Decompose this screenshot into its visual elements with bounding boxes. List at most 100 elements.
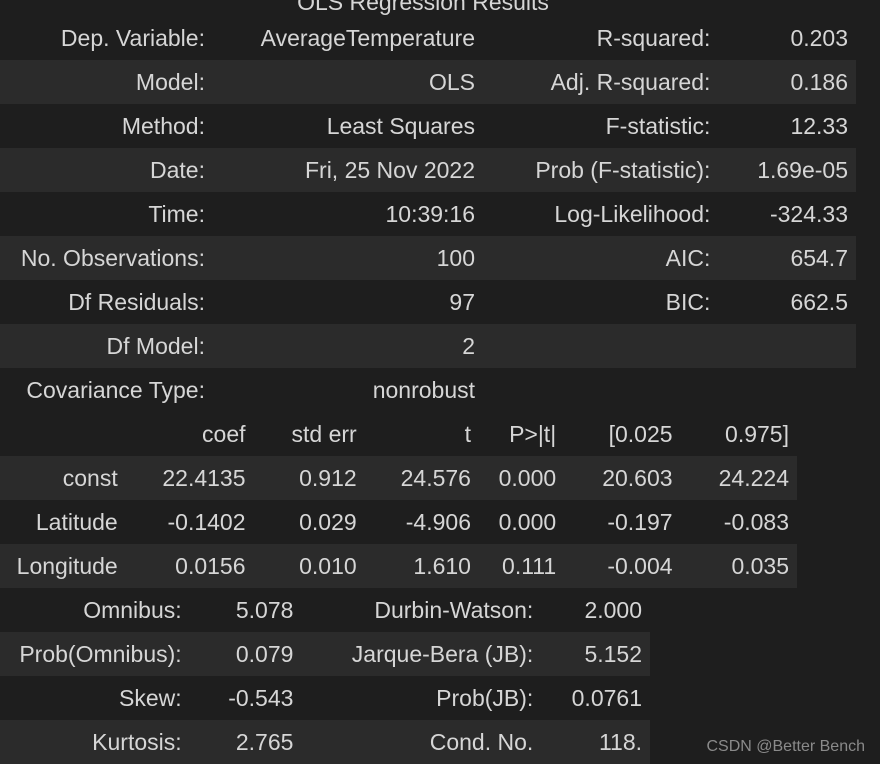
table-cell: 0.010 (299, 552, 357, 579)
table-cell: 118. (598, 728, 642, 755)
table-cell: -0.083 (723, 508, 789, 535)
table-cell: 2.000 (584, 596, 642, 623)
table-cell: Skew: (119, 684, 182, 711)
table-cell: const (62, 464, 118, 491)
table-cell: 0.0761 (571, 684, 642, 711)
table-cell: Longitude (16, 552, 118, 579)
table-cell: Fri, 25 Nov 2022 (304, 156, 476, 183)
table-cell: 0.035 (731, 552, 789, 579)
diagnostics-table: Omnibus: 5.078 Durbin-Watson: 2.000 Prob(Omn… (0, 588, 650, 764)
table-cell: 0.111 (502, 552, 557, 579)
table-cell: 2.765 (235, 728, 294, 755)
diagnostic-row: Skew: -0.543 Prob(JB): 0.0761 (0, 676, 650, 720)
table-cell (718, 324, 856, 368)
table-cell: 22.4135 (162, 464, 246, 491)
table-cell: 654.7 (790, 244, 848, 271)
coefficient-row: const 22.4135 0.912 24.576 0.000 20.603 24.224 (0, 456, 797, 500)
table-cell: No. Observations: (20, 244, 205, 271)
summary-row: Dep. Variable: AverageTemperature R-square… (0, 16, 856, 60)
table-cell: F-statistic: (605, 112, 711, 139)
table-cell: R-squared: (596, 24, 711, 51)
table-cell: 24.224 (718, 464, 789, 491)
table-cell (718, 368, 856, 412)
table-cell: 100 (436, 244, 476, 271)
table-cell: 0.079 (235, 640, 294, 667)
table-cell: Latitude (35, 508, 118, 535)
diagnostic-row: Omnibus: 5.078 Durbin-Watson: 2.000 (0, 588, 650, 632)
table-cell: 0.000 (498, 508, 557, 535)
table-cell: Model: (135, 68, 205, 95)
table-cell: 1.69e-05 (757, 156, 848, 183)
table-cell: -0.1402 (167, 508, 246, 535)
column-header (0, 412, 126, 456)
table-cell: 0.0156 (175, 552, 246, 579)
summary-row: Time: 10:39:16 Log-Likelihood: -324.33 (0, 192, 856, 236)
table-cell: Prob(Omnibus): (19, 640, 182, 667)
table-cell: Jarque-Bera (JB): (351, 640, 534, 667)
table-cell: -0.197 (607, 508, 673, 535)
summary-row: No. Observations: 100 AIC: 654.7 (0, 236, 856, 280)
table-cell: Method: (121, 112, 205, 139)
summary-row: Df Model: 2 (0, 324, 856, 368)
summary-row: Method: Least Squares F-statistic: 12.33 (0, 104, 856, 148)
column-header: t (464, 420, 471, 447)
table-cell: OLS (428, 68, 476, 95)
table-cell: Date: (149, 156, 205, 183)
table-cell: 97 (449, 288, 476, 315)
column-header: 0.975] (725, 420, 789, 447)
coefficient-row: Latitude -0.1402 0.029 -4.906 0.000 -0.197 -0.… (0, 500, 797, 544)
table-cell: Time: (148, 200, 205, 227)
table-cell: Least Squares (326, 112, 476, 139)
table-cell: BIC: (665, 288, 711, 315)
table-cell: Cond. No. (429, 728, 534, 755)
table-cell: Adj. R-squared: (550, 68, 711, 95)
table-cell: 20.603 (602, 464, 673, 491)
coefficients-header-row: coef std err t P>|t| [0.025 0.975] (0, 412, 797, 456)
diagnostic-row: Kurtosis: 2.765 Cond. No. 118. (0, 720, 650, 764)
coefficient-row: Longitude 0.0156 0.010 1.610 0.111 -0.004 0.03… (0, 544, 797, 588)
table-cell: 662.5 (790, 288, 848, 315)
coefficients-table: coef std err t P>|t| [0.025 0.975] const 22.41… (0, 412, 797, 588)
table-cell: AverageTemperature (260, 24, 476, 51)
table-cell: 5.152 (584, 640, 642, 667)
summary-row: Model: OLS Adj. R-squared: 0.186 (0, 60, 856, 104)
table-cell: Df Residuals: (68, 288, 205, 315)
column-header: std err (291, 420, 357, 447)
table-cell: 5.078 (235, 596, 294, 623)
table-cell (483, 368, 718, 412)
table-cell: 0.912 (299, 464, 357, 491)
table-cell: 1.610 (413, 552, 471, 579)
table-cell: Prob(JB): (436, 684, 534, 711)
table-cell: -0.543 (228, 684, 294, 711)
table-cell: Log-Likelihood: (554, 200, 711, 227)
table-cell: AIC: (665, 244, 711, 271)
table-cell: Kurtosis: (92, 728, 182, 755)
summary-row: Df Residuals: 97 BIC: 662.5 (0, 280, 856, 324)
model-summary-table: Dep. Variable: AverageTemperature R-square… (0, 16, 856, 412)
table-cell: nonrobust (372, 376, 476, 403)
column-header: [0.025 (608, 420, 673, 447)
table-cell: -4.906 (405, 508, 471, 535)
diagnostic-row: Prob(Omnibus): 0.079 Jarque-Bera (JB): 5.15… (0, 632, 650, 676)
table-cell: Durbin-Watson: (374, 596, 534, 623)
table-title: OLS Regression Results (297, 0, 549, 15)
table-cell: 0.203 (790, 24, 848, 51)
table-cell: Omnibus: (83, 596, 182, 623)
table-cell: 0.000 (498, 464, 557, 491)
table-cell: 0.029 (299, 508, 357, 535)
table-cell: 0.186 (790, 68, 848, 95)
table-cell: Df Model: (106, 332, 205, 359)
table-cell: Covariance Type: (26, 376, 205, 403)
summary-row: Date: Fri, 25 Nov 2022 Prob (F-statistic):… (0, 148, 856, 192)
table-cell: -324.33 (769, 200, 848, 227)
table-cell: Dep. Variable: (60, 24, 205, 51)
table-cell: 24.576 (400, 464, 471, 491)
column-header: coef (202, 420, 246, 447)
table-cell (483, 324, 718, 368)
summary-row: Covariance Type: nonrobust (0, 368, 856, 412)
table-cell: Prob (F-statistic): (535, 156, 711, 183)
watermark: CSDN @Better Bench (706, 738, 865, 755)
table-cell: -0.004 (607, 552, 673, 579)
table-cell: 12.33 (790, 112, 848, 139)
table-cell: 2 (462, 332, 476, 359)
